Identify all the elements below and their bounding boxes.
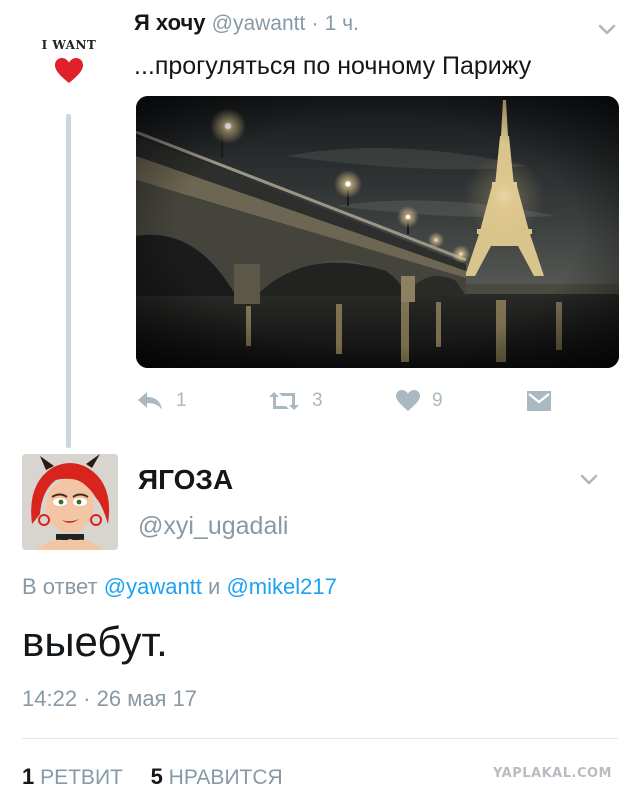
reply-count: 1	[176, 390, 187, 411]
like-count: 9	[432, 390, 443, 411]
author-name[interactable]: ЯГОЗА	[138, 464, 233, 496]
tweet-actions: 1 3 9	[136, 386, 616, 416]
meta-separator: ·	[311, 12, 319, 35]
tweet-stats: 1 РЕТВИТ 5 НРАВИТСЯ	[22, 764, 283, 790]
avatar-yagoza[interactable]	[22, 454, 118, 550]
paris-night-image	[136, 96, 619, 368]
cartoon-devil-girl-avatar	[22, 454, 118, 550]
tweet-photo[interactable]	[136, 96, 619, 368]
author-handle[interactable]: @xyi_ugadali	[138, 512, 288, 541]
mention-link[interactable]: @mikel217	[226, 574, 336, 599]
retweets-count[interactable]: 1	[22, 764, 34, 789]
reply-prefix: В ответ	[22, 574, 98, 599]
direct-message-action[interactable]	[526, 386, 552, 416]
thread-connector	[66, 114, 71, 448]
retweet-icon	[269, 392, 299, 410]
avatar-iwant[interactable]: I WANT	[22, 26, 116, 92]
retweet-count: 3	[312, 390, 323, 411]
chevron-down-icon[interactable]	[580, 474, 598, 486]
likes-count[interactable]: 5	[151, 764, 163, 789]
reply-icon	[138, 392, 162, 410]
tweet-text: ...прогуляться по ночному Парижу	[134, 52, 532, 80]
retweets-label[interactable]: РЕТВИТ	[40, 766, 123, 789]
mention-link[interactable]: @yawantt	[104, 574, 202, 599]
tweet-timestamp[interactable]: 14:22 · 26 мая 17	[22, 686, 197, 712]
watermark: YAPLAKAL.COM	[493, 766, 612, 781]
tweet-time[interactable]: 1 ч.	[325, 12, 359, 35]
tweet-text: выебут.	[22, 618, 168, 665]
like-action[interactable]: 9	[396, 386, 443, 416]
like-heart-icon	[396, 390, 420, 411]
retweet-action[interactable]: 3	[268, 386, 323, 416]
tweet-header: Я хочу @yawantt · 1 ч.	[134, 10, 359, 36]
likes-label[interactable]: НРАВИТСЯ	[169, 766, 283, 789]
author-handle[interactable]: @yawantt	[212, 12, 306, 35]
author-name[interactable]: Я хочу	[134, 10, 206, 35]
envelope-icon	[527, 391, 551, 411]
reply-context: В ответ @yawantt и @mikel217	[22, 574, 337, 600]
avatar-label: I WANT	[41, 38, 97, 52]
divider	[22, 738, 618, 739]
heart-logo-icon	[55, 58, 83, 83]
reply-conjunction: и	[208, 574, 221, 599]
reply-action[interactable]: 1	[136, 386, 187, 416]
chevron-down-icon[interactable]	[598, 24, 616, 36]
